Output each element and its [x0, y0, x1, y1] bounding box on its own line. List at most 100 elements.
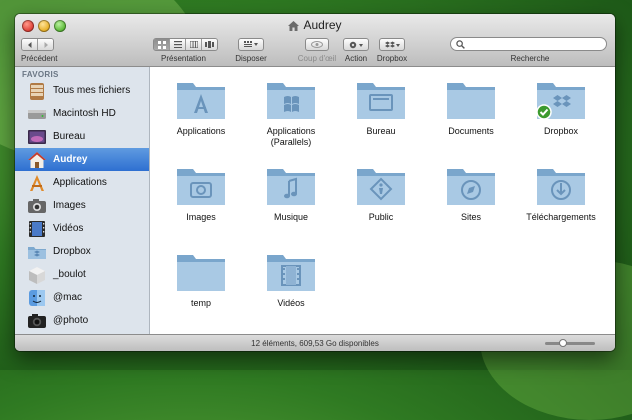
sidebar-item-label: Images: [53, 200, 86, 211]
sidebar-item-label: @mac: [53, 292, 83, 303]
folder-dropbox[interactable]: Dropbox: [516, 77, 606, 137]
action-label: Action: [344, 54, 368, 63]
search-input[interactable]: [450, 37, 607, 51]
camera-dark-icon: [28, 313, 46, 328]
dropbox-icon: [384, 41, 400, 47]
arrange-button[interactable]: [238, 38, 264, 51]
folder-public[interactable]: Public: [336, 163, 426, 223]
view-label: Présentation: [161, 54, 206, 63]
eye-icon: [311, 41, 323, 48]
folder-telechargements[interactable]: Téléchargements: [516, 163, 606, 223]
back-label: Précédent: [21, 54, 58, 63]
back-button[interactable]: [22, 39, 38, 50]
box-icon: [29, 266, 45, 284]
downloads-folder-icon: [537, 169, 585, 205]
folder-applications-parallels[interactable]: Applications (Parallels): [246, 77, 336, 148]
icon-view-button[interactable]: [154, 39, 170, 50]
folder-videos[interactable]: Vidéos: [246, 249, 336, 309]
quicklook-label: Coup d'œil: [297, 54, 337, 63]
sites-folder-icon: [447, 169, 495, 205]
icon-size-slider-knob[interactable]: [559, 339, 567, 347]
item-label: Applications (Parallels): [266, 126, 316, 147]
sidebar-item-label: Tous mes fichiers: [53, 85, 131, 96]
window-title-text: Audrey: [303, 18, 342, 32]
sidebar-item-mac[interactable]: @mac: [15, 286, 149, 309]
back-forward-control[interactable]: [21, 38, 54, 51]
folder-bureau[interactable]: Bureau: [336, 77, 426, 137]
finder-window: Audrey Précédent Présentation Disposer C…: [15, 14, 615, 351]
folder-applications[interactable]: Applications: [156, 77, 246, 137]
home-icon: [28, 151, 46, 168]
sidebar-item-all-files[interactable]: Tous mes fichiers: [15, 79, 149, 102]
sidebar: FAVORIS Tous mes fichiers Macintosh HD B…: [15, 67, 150, 334]
folder-musique[interactable]: Musique: [246, 163, 336, 223]
sidebar-item-label: Applications: [53, 177, 107, 188]
search-icon: [456, 40, 465, 49]
sidebar-item-dropbox[interactable]: Dropbox: [15, 240, 149, 263]
folder-temp[interactable]: temp: [156, 249, 246, 309]
gear-icon: [349, 41, 363, 48]
sidebar-item-photo[interactable]: @photo: [15, 309, 149, 332]
window-title: Audrey: [15, 18, 615, 34]
sidebar-item-macintosh-hd[interactable]: Macintosh HD: [15, 102, 149, 125]
coverflow-view-button[interactable]: [202, 39, 217, 50]
item-label: Images: [186, 212, 216, 222]
title-bar: Audrey Précédent Présentation Disposer C…: [15, 14, 615, 67]
sidebar-item-label: _boulot: [53, 269, 86, 280]
icon-size-slider[interactable]: [545, 339, 595, 347]
sidebar-item-label: Bureau: [53, 131, 86, 142]
item-label: Vidéos: [277, 298, 305, 308]
action-button[interactable]: [343, 38, 369, 51]
dropbox-button[interactable]: [379, 38, 405, 51]
status-bar: 12 éléments, 609,53 Go disponibles: [15, 334, 615, 351]
pictures-folder-icon: [177, 169, 225, 205]
sidebar-item-applications[interactable]: Applications: [15, 171, 149, 194]
camera-icon: [28, 198, 46, 213]
applications-folder-icon: [177, 83, 225, 119]
dropbox-label: Dropbox: [376, 54, 408, 63]
item-label: Musique: [273, 212, 309, 222]
public-folder-icon: [357, 169, 405, 205]
item-label: Dropbox: [543, 126, 579, 136]
sidebar-item-label: Dropbox: [53, 246, 91, 257]
sidebar-item-label: Vidéos: [53, 223, 84, 234]
item-label: Bureau: [366, 126, 396, 136]
column-view-button[interactable]: [186, 39, 202, 50]
item-label: Applications: [176, 126, 226, 136]
music-folder-icon: [267, 169, 315, 205]
sidebar-item-bureau[interactable]: Bureau: [15, 125, 149, 148]
desktop-icon: [28, 129, 46, 144]
item-label: Sites: [460, 212, 481, 222]
folder-icon: [177, 255, 225, 291]
file-browser: Applications Applications (Parallels) Bu…: [150, 67, 615, 334]
sidebar-item-audrey[interactable]: Audrey: [15, 148, 149, 171]
sidebar-item-label: Audrey: [53, 154, 88, 165]
sidebar-header-favorites: FAVORIS: [22, 70, 59, 79]
movies-folder-icon: [267, 255, 315, 291]
sidebar-item-videos[interactable]: Vidéos: [15, 217, 149, 240]
dropbox-folder-icon: [28, 246, 46, 259]
sidebar-item-images[interactable]: Images: [15, 194, 149, 217]
documents-folder-icon: [447, 83, 495, 119]
forward-button[interactable]: [38, 39, 53, 50]
folder-documents[interactable]: Documents: [426, 77, 516, 137]
film-icon: [29, 220, 45, 237]
item-label: temp: [190, 298, 211, 308]
search-label: Recherche: [510, 54, 550, 63]
view-mode-control[interactable]: [153, 38, 218, 51]
hard-drive-icon: [28, 109, 46, 119]
sidebar-item-label: @photo: [53, 315, 89, 326]
item-label: Public: [368, 212, 394, 222]
applications-icon: [30, 174, 44, 191]
sidebar-item-boulot[interactable]: _boulot: [15, 263, 149, 286]
status-text: 12 éléments, 609,53 Go disponibles: [251, 339, 379, 348]
parallels-folder-icon: [267, 83, 315, 119]
folder-images[interactable]: Images: [156, 163, 246, 223]
list-view-button[interactable]: [170, 39, 186, 50]
folder-sites[interactable]: Sites: [426, 163, 516, 223]
arrange-label: Disposer: [235, 54, 267, 63]
quicklook-button[interactable]: [305, 38, 329, 51]
item-label: Documents: [448, 126, 494, 136]
home-icon: [288, 20, 300, 34]
all-files-icon: [30, 82, 44, 100]
